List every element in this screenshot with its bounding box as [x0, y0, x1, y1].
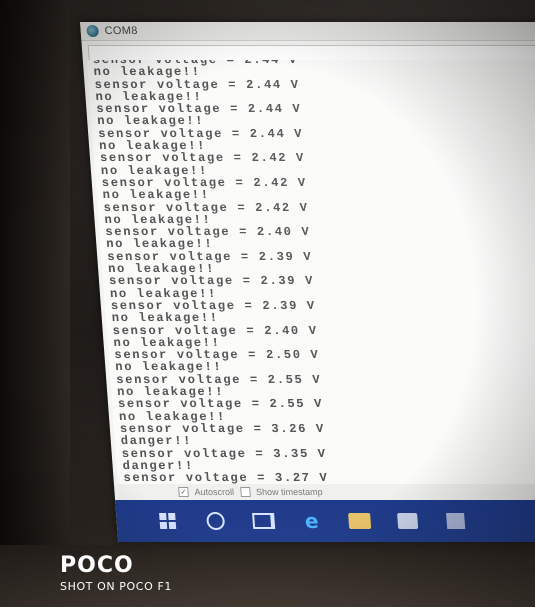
serial-line: sensor voltage = 2.42 V: [97, 200, 535, 215]
camera-watermark: POCO SHOT ON POCO F1: [60, 553, 172, 594]
serial-line: no leakage!!: [91, 114, 535, 129]
windows-taskbar: e: [115, 500, 535, 542]
window-title: COM8: [104, 25, 139, 37]
serial-line: sensor voltage = 2.42 V: [94, 151, 535, 166]
serial-line-text: sensor voltage = 2.55 V: [117, 397, 324, 412]
serial-line: no leakage!!: [96, 188, 535, 203]
serial-line-text: no leakage!!: [111, 311, 220, 326]
file-explorer-icon[interactable]: [348, 513, 372, 529]
serial-line-text: sensor voltage = 2.39 V: [108, 274, 315, 289]
serial-line: no leakage!!: [105, 311, 535, 326]
serial-line-text: no leakage!!: [93, 65, 202, 80]
laptop-screen: COM8 sensor voltage = 2.44 Vno leakage!!…: [80, 22, 535, 542]
serial-line: sensor voltage = 2.55 V: [112, 397, 535, 412]
serial-line: sensor voltage = 2.40 V: [106, 323, 535, 338]
serial-line: no leakage!!: [109, 360, 535, 375]
serial-output-panel[interactable]: sensor voltage = 2.44 Vno leakage!! senso…: [86, 60, 535, 490]
autoscroll-label: Autoscroll: [194, 487, 235, 497]
app-icon[interactable]: [444, 513, 467, 529]
serial-line: no leakage!!: [100, 237, 535, 252]
watermark-brand: POCO: [60, 553, 134, 578]
laptop-bezel-left: [0, 0, 70, 607]
serial-line-text: no leakage!!: [102, 188, 211, 203]
serial-line-text: no leakage!!: [105, 237, 214, 252]
cortana-icon[interactable]: [204, 512, 227, 530]
watermark-subtitle: SHOT ON POCO F1: [60, 580, 172, 593]
serial-line-text: danger!!: [120, 434, 193, 449]
windows-start-icon[interactable]: [156, 513, 179, 529]
serial-line-text: no leakage!!: [114, 360, 223, 375]
store-icon[interactable]: [396, 513, 419, 529]
serial-line-text: sensor voltage = 2.42 V: [103, 200, 310, 215]
edge-icon[interactable]: e: [300, 509, 323, 533]
serial-line-text: sensor voltage = 2.40 V: [112, 323, 319, 338]
serial-line-text: sensor voltage = 3.35 V: [121, 446, 328, 461]
arduino-icon: [86, 25, 100, 37]
serial-line-text: no leakage!!: [96, 114, 205, 129]
serial-line: danger!!: [114, 434, 535, 449]
serial-line: sensor voltage = 2.39 V: [103, 274, 535, 289]
serial-line: no leakage!!: [87, 65, 535, 80]
show-timestamp-checkbox[interactable]: [239, 487, 251, 497]
serial-monitor-status-bar: ✓ Autoscroll Show timestamp: [117, 484, 535, 500]
task-view-icon[interactable]: [252, 513, 276, 529]
show-timestamp-label: Show timestamp: [255, 487, 323, 497]
serial-line-text: sensor voltage = 2.42 V: [99, 151, 306, 166]
serial-line: sensor voltage = 3.35 V: [115, 446, 535, 461]
serial-monitor-titlebar: COM8: [80, 22, 535, 41]
autoscroll-checkbox[interactable]: ✓: [178, 487, 189, 497]
